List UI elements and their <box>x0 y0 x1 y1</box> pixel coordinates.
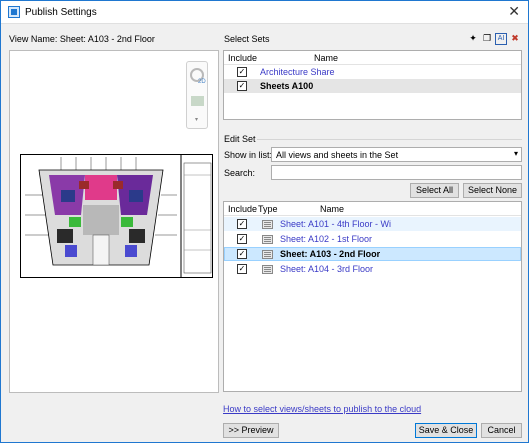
set-name: Sheets A100 <box>260 81 314 91</box>
column-name[interactable]: Name <box>314 53 338 63</box>
delete-set-icon[interactable]: ✖ <box>509 33 521 45</box>
duplicate-set-icon[interactable]: ❐ <box>481 33 493 45</box>
show-in-list-label: Show in list: <box>224 150 273 160</box>
column-name[interactable]: Name <box>320 204 344 214</box>
navwheel-2d-label: 2D <box>198 79 206 85</box>
edit-set-label: Edit Set <box>224 134 256 144</box>
sheet-row-a103[interactable]: ✓ Sheet: A103 - 2nd Floor <box>224 247 521 261</box>
sheet-name: Sheet: A102 - 1st Floor <box>280 234 373 244</box>
edit-set-list: Include Type Name ✓ Sheet: A101 - 4th Fl… <box>223 201 522 392</box>
sheet-type-icon <box>262 235 273 244</box>
sheet-row-a102[interactable]: ✓ Sheet: A102 - 1st Floor <box>224 232 521 246</box>
set-row-architecture-share[interactable]: ✓ Architecture Share <box>224 65 521 79</box>
include-checkbox[interactable]: ✓ <box>237 219 247 229</box>
set-name: Architecture Share <box>260 67 335 77</box>
zoom-icon[interactable] <box>191 96 204 106</box>
sheet-type-icon <box>262 265 273 274</box>
select-sets-header: Include Name <box>224 51 521 65</box>
title-bar: Publish Settings ✕ <box>1 1 528 24</box>
column-type[interactable]: Type <box>258 204 278 214</box>
view-name-label: View Name: Sheet: A103 - 2nd Floor <box>9 34 155 44</box>
show-in-list-value: All views and sheets in the Set <box>276 150 399 160</box>
sheet-row-a101[interactable]: ✓ Sheet: A101 - 4th Floor - Wi <box>224 217 521 231</box>
sheet-type-icon <box>262 250 273 259</box>
include-checkbox[interactable]: ✓ <box>237 67 247 77</box>
chevron-down-icon[interactable]: ▾ <box>195 116 198 123</box>
new-set-icon[interactable]: ✦ <box>467 33 479 45</box>
sheet-name: Sheet: A101 - 4th Floor - Wi <box>280 219 392 229</box>
window-title: Publish Settings <box>25 7 97 18</box>
sheet-row-a104[interactable]: ✓ Sheet: A104 - 3rd Floor <box>224 262 521 276</box>
preview-pane: 2D ▾ <box>9 50 219 393</box>
cancel-button[interactable]: Cancel <box>481 423 522 438</box>
publish-settings-dialog: Publish Settings ✕ View Name: Sheet: A10… <box>0 0 529 443</box>
select-sets-list: Include Name ✓ Architecture Share ✓ Shee… <box>223 50 522 120</box>
app-icon <box>8 6 20 18</box>
navigation-bar[interactable]: 2D ▾ <box>186 61 208 129</box>
search-input[interactable] <box>271 165 522 180</box>
edit-set-header: Include Type Name <box>224 202 521 216</box>
column-include[interactable]: Include <box>228 53 257 63</box>
floor-plan-drawing <box>21 155 212 277</box>
chevron-down-icon: ▾ <box>513 149 518 158</box>
show-in-list-dropdown[interactable]: All views and sheets in the Set ▾ <box>271 147 522 162</box>
select-none-button[interactable]: Select None <box>463 183 522 198</box>
save-close-button[interactable]: Save & Close <box>415 423 477 438</box>
column-include[interactable]: Include <box>228 204 257 214</box>
close-icon[interactable]: ✕ <box>508 3 520 20</box>
include-checkbox[interactable]: ✓ <box>237 249 247 259</box>
set-row-sheets-a100[interactable]: ✓ Sheets A100 <box>224 79 521 93</box>
include-checkbox[interactable]: ✓ <box>237 234 247 244</box>
rename-set-icon[interactable]: AI <box>495 33 507 45</box>
sheet-type-icon <box>262 220 273 229</box>
edit-set-divider <box>257 139 522 140</box>
include-checkbox[interactable]: ✓ <box>237 264 247 274</box>
sheet-thumbnail <box>20 154 213 278</box>
select-all-button[interactable]: Select All <box>410 183 459 198</box>
select-sets-label: Select Sets <box>224 34 270 44</box>
help-link[interactable]: How to select views/sheets to publish to… <box>223 404 421 414</box>
sheet-name: Sheet: A104 - 3rd Floor <box>280 264 374 274</box>
preview-button[interactable]: >> Preview <box>223 423 279 438</box>
search-label: Search: <box>224 168 256 178</box>
sheet-name: Sheet: A103 - 2nd Floor <box>280 249 381 259</box>
include-checkbox[interactable]: ✓ <box>237 81 247 91</box>
